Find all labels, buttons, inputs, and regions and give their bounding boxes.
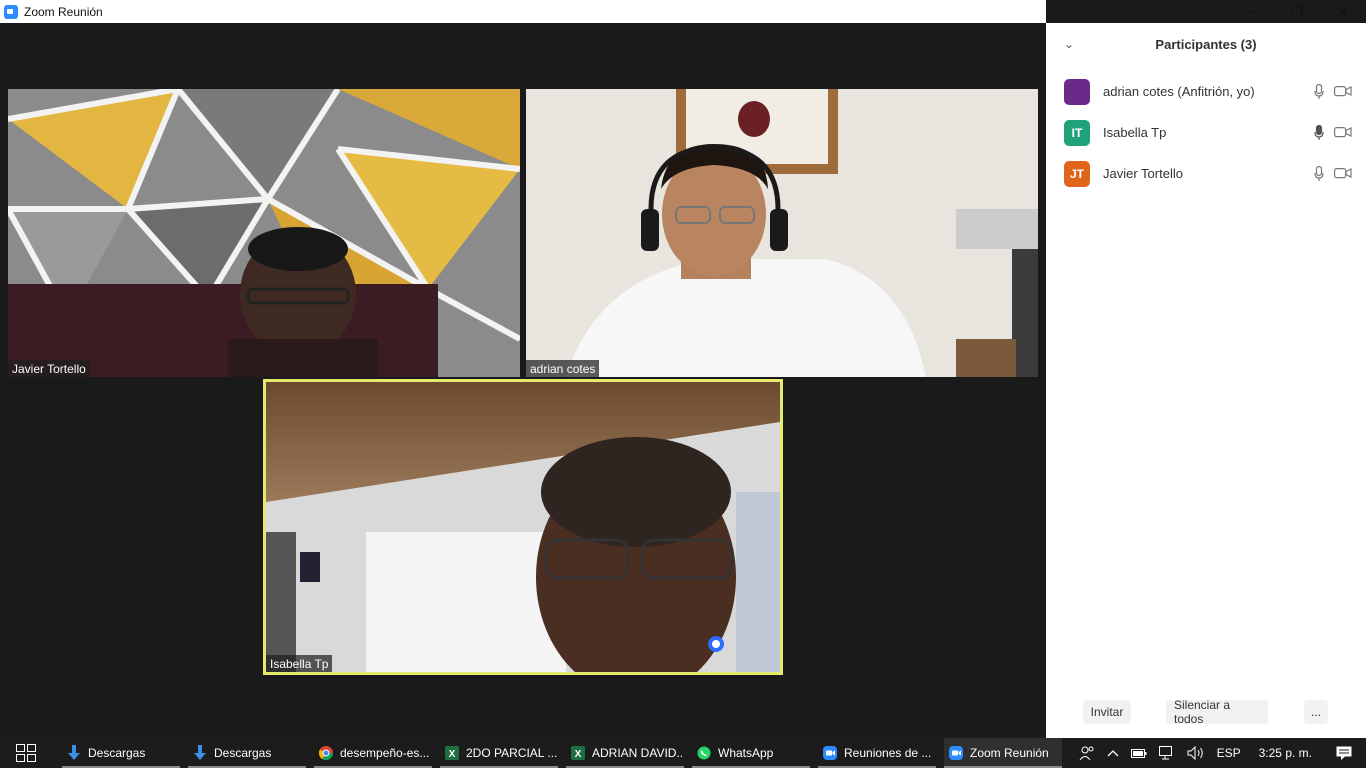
taskbar-item-label: Reuniones de ... <box>844 746 932 760</box>
taskbar-item-downloads[interactable]: Descargas <box>188 738 306 768</box>
avatar: JT <box>1064 160 1090 187</box>
close-button[interactable]: ✕ <box>1320 0 1366 23</box>
restore-button[interactable]: ❐ <box>1274 0 1320 23</box>
taskbar-item-label: Descargas <box>214 746 272 760</box>
participants-panel: ⌄ Participantes (3) adrian cotes (Anfitr… <box>1046 23 1366 738</box>
system-tray: ESP 3:25 p. m. <box>1073 738 1366 768</box>
task-view-button[interactable] <box>0 738 52 768</box>
avatar: IT <box>1064 119 1090 146</box>
participant-name: Javier Tortello <box>1103 166 1183 181</box>
minimize-button[interactable]: — <box>1228 0 1274 23</box>
mute-all-button[interactable]: Silenciar a todos <box>1166 698 1268 726</box>
participant-name: Isabella Tp <box>1103 125 1167 140</box>
video-camera-icon[interactable] <box>1334 167 1352 179</box>
video-label-adrian: adrian cotes <box>526 360 600 377</box>
clock[interactable]: 3:25 p. m. <box>1259 746 1312 760</box>
participant-name: adrian cotes (Anfitrión, yo) <box>1103 84 1255 99</box>
video-tile-adrian[interactable]: adrian cotes <box>526 89 1038 377</box>
minimize-icon: — <box>1244 4 1258 19</box>
participant-row[interactable]: adrian cotes (Anfitrión, yo) <box>1046 71 1366 112</box>
taskbar-item-excel[interactable]: X ADRIAN DAVID... <box>566 738 684 768</box>
notifications-icon[interactable] <box>1336 746 1352 761</box>
taskbar-item-whatsapp[interactable]: WhatsApp <box>692 738 810 768</box>
zoom-icon <box>948 745 964 761</box>
taskbar-item-downloads[interactable]: Descargas <box>62 738 180 768</box>
taskbar-item-zoom-meetings[interactable]: Reuniones de ... <box>818 738 936 768</box>
video-label-isabella: Isabella Tp <box>266 655 333 672</box>
taskbar-item-label: 2DO PARCIAL ... <box>466 746 558 760</box>
taskbar: Descargas Descargas desempeño-es... X 2D… <box>0 738 1366 768</box>
title-bar: Zoom Reunión <box>0 0 1046 23</box>
participants-title: Participantes (3) <box>1155 37 1257 52</box>
participants-footer: Invitar Silenciar a todos ... <box>1046 698 1366 726</box>
battery-icon[interactable] <box>1130 747 1147 759</box>
participants-header: ⌄ Participantes (3) <box>1046 33 1366 57</box>
zoom-icon <box>822 745 838 761</box>
taskbar-item-label: Zoom Reunión <box>970 746 1049 760</box>
taskbar-item-chrome[interactable]: desempeño-es... <box>314 738 432 768</box>
close-icon: ✕ <box>1337 3 1349 19</box>
video-camera-icon[interactable] <box>1334 85 1352 97</box>
excel-icon: X <box>570 745 586 761</box>
taskbar-item-label: ADRIAN DAVID... <box>592 746 684 760</box>
whatsapp-icon <box>696 745 712 761</box>
video-label-javier: Javier Tortello <box>8 360 90 377</box>
taskbar-item-excel[interactable]: X 2DO PARCIAL ... <box>440 738 558 768</box>
video-feed-isabella <box>266 382 780 672</box>
video-gallery: Javier Tortello adrian cotes Isabella Tp <box>0 23 1046 738</box>
network-icon[interactable] <box>1158 746 1175 760</box>
video-tile-javier[interactable]: Javier Tortello <box>8 89 520 377</box>
participant-row[interactable]: IT Isabella Tp <box>1046 112 1366 153</box>
zoom-app-icon <box>4 4 18 19</box>
language-indicator[interactable]: ESP <box>1217 746 1241 760</box>
download-icon <box>192 745 208 761</box>
volume-icon[interactable] <box>1187 746 1205 760</box>
participant-row[interactable]: JT Javier Tortello <box>1046 153 1366 194</box>
video-feed-javier <box>8 89 520 377</box>
microphone-icon[interactable] <box>1314 84 1324 100</box>
taskbar-item-label: WhatsApp <box>718 746 774 760</box>
taskbar-item-label: Descargas <box>88 746 146 760</box>
more-options-button[interactable]: ... <box>1304 700 1328 724</box>
microphone-icon[interactable] <box>1314 125 1324 141</box>
people-icon[interactable] <box>1079 745 1095 761</box>
chrome-icon <box>318 745 334 761</box>
video-camera-icon[interactable] <box>1334 126 1352 138</box>
task-view-icon <box>16 744 36 762</box>
video-tile-isabella[interactable]: Isabella Tp <box>263 379 783 675</box>
video-feed-adrian <box>526 89 1038 377</box>
chevron-up-icon[interactable] <box>1107 749 1119 757</box>
download-icon <box>66 745 82 761</box>
avatar <box>1064 78 1090 105</box>
taskbar-item-zoom-meeting[interactable]: Zoom Reunión <box>944 738 1062 768</box>
svg-text:X: X <box>575 749 582 760</box>
taskbar-item-label: desempeño-es... <box>340 746 430 760</box>
microphone-icon[interactable] <box>1314 166 1324 182</box>
svg-text:X: X <box>449 749 456 760</box>
excel-icon: X <box>444 745 460 761</box>
window-controls: — ❐ ✕ <box>1228 0 1366 23</box>
participants-list: adrian cotes (Anfitrión, yo) IT Isabella… <box>1046 71 1366 194</box>
restore-icon: ❐ <box>1291 3 1303 19</box>
invite-button[interactable]: Invitar <box>1083 700 1131 724</box>
window-title: Zoom Reunión <box>24 4 103 19</box>
